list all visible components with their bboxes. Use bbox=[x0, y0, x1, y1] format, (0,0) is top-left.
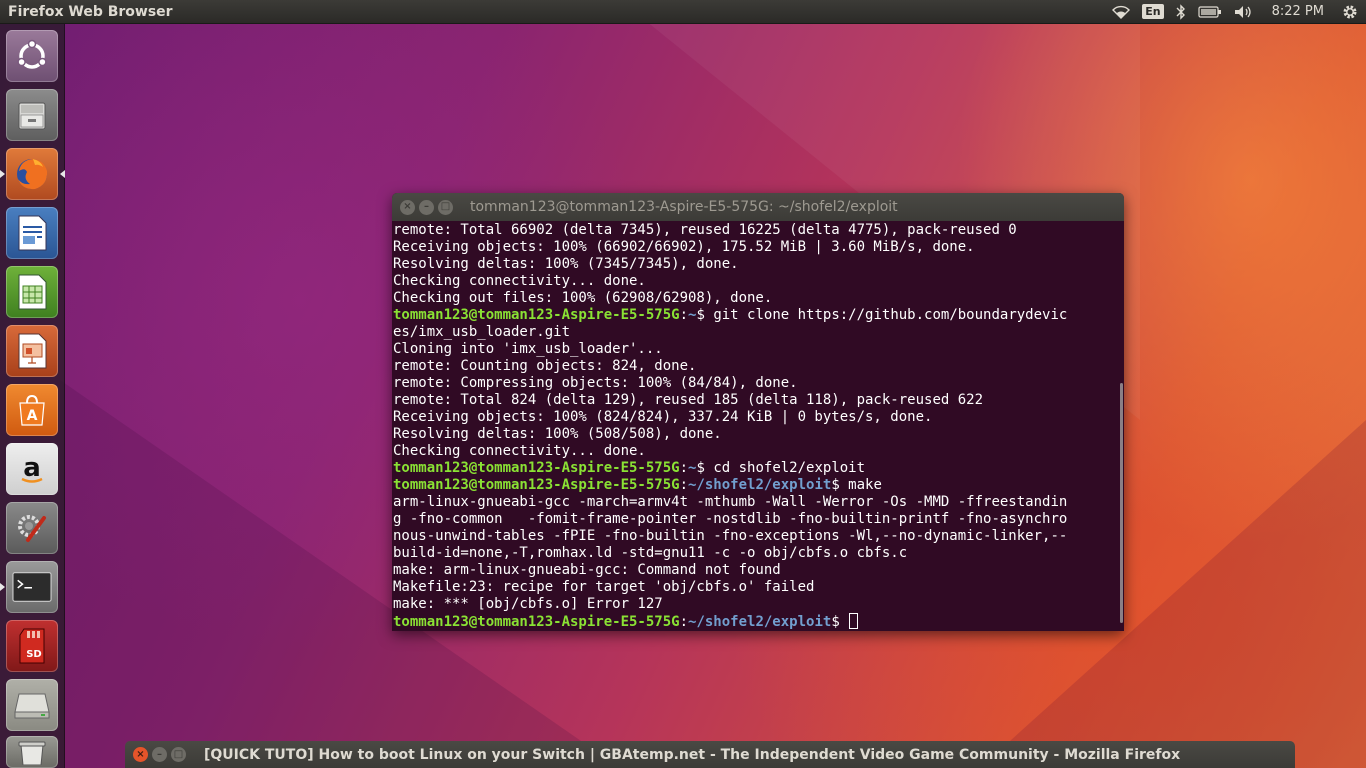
prompt-path: ~/shofel2/exploit bbox=[688, 614, 832, 630]
writer-doc-icon bbox=[12, 213, 52, 253]
drive-icon bbox=[12, 685, 52, 725]
launcher-item-amazon[interactable]: a bbox=[6, 443, 58, 495]
launcher-item-trash[interactable] bbox=[6, 736, 58, 768]
terminal-output-line: make: arm-linux-gnueabi-gcc: Command not… bbox=[393, 562, 781, 578]
terminal-title: tomman123@tomman123-Aspire-E5-575G: ~/sh… bbox=[470, 199, 898, 215]
terminal-output-line: nous-unwind-tables -fPIE -fno-builtin -f… bbox=[393, 528, 1068, 544]
terminal-prompt-line: tomman123@tomman123-Aspire-E5-575G:~/sho… bbox=[393, 613, 1124, 630]
terminal-output-line: Resolving deltas: 100% (7345/7345), done… bbox=[393, 256, 739, 272]
running-indicator bbox=[0, 170, 5, 178]
bluetooth-icon[interactable] bbox=[1176, 3, 1186, 20]
gear-icon[interactable] bbox=[1342, 4, 1358, 20]
terminal-scrollbar[interactable] bbox=[1120, 383, 1123, 623]
prompt-path: ~/shofel2/exploit bbox=[688, 477, 832, 493]
top-panel: Firefox Web Browser En 8:22 PM bbox=[0, 0, 1366, 24]
wifi-icon[interactable] bbox=[1112, 5, 1131, 19]
clock[interactable]: 8:22 PM bbox=[1272, 4, 1324, 19]
terminal-output[interactable]: remote: Total 66902 (delta 7345), reused… bbox=[392, 221, 1124, 630]
calc-spreadsheet-icon bbox=[12, 272, 52, 312]
terminal-output-line: remote: Total 824 (delta 129), reused 18… bbox=[393, 392, 984, 408]
launcher-item-sd-card[interactable]: SD bbox=[6, 620, 58, 672]
launcher-item-software[interactable]: A bbox=[6, 384, 58, 436]
prompt-user-host: tomman123@tomman123-Aspire-E5-575G bbox=[393, 460, 680, 476]
terminal-prompt-line: tomman123@tomman123-Aspire-E5-575G:~$ gi… bbox=[393, 307, 1068, 323]
prompt-user-host: tomman123@tomman123-Aspire-E5-575G bbox=[393, 307, 680, 323]
software-bag-icon: A bbox=[12, 390, 52, 430]
prompt-user-host: tomman123@tomman123-Aspire-E5-575G bbox=[393, 477, 680, 493]
terminal-output-line: arm-linux-gnueabi-gcc -march=armv4t -mth… bbox=[393, 494, 1068, 510]
svg-text:A: A bbox=[27, 408, 38, 424]
svg-text:a: a bbox=[23, 453, 41, 483]
text-cursor bbox=[849, 613, 859, 629]
terminal-titlebar[interactable]: × – □ tomman123@tomman123-Aspire-E5-575G… bbox=[392, 193, 1124, 221]
maximize-icon[interactable]: □ bbox=[171, 747, 186, 762]
launcher-item-writer[interactable] bbox=[6, 207, 58, 259]
launcher-item-drive[interactable] bbox=[6, 679, 58, 731]
focus-indicator bbox=[60, 170, 65, 178]
battery-icon[interactable] bbox=[1198, 5, 1222, 18]
launcher: A a SD bbox=[0, 24, 65, 768]
terminal-icon bbox=[12, 567, 52, 607]
sd-card-icon: SD bbox=[12, 626, 52, 666]
terminal-output-line: remote: Total 66902 (delta 7345), reused… bbox=[393, 222, 1017, 238]
terminal-output-line: make: *** [obj/cbfs.o] Error 127 bbox=[393, 596, 663, 612]
maximize-icon[interactable]: □ bbox=[438, 199, 453, 215]
launcher-item-dash[interactable] bbox=[6, 30, 58, 82]
close-icon[interactable]: × bbox=[133, 747, 148, 762]
prompt-path: ~ bbox=[688, 460, 697, 476]
window-controls: × – □ bbox=[133, 747, 186, 762]
firefox-window-titlebar[interactable]: × – □ [QUICK TUTO] How to boot Linux on … bbox=[125, 741, 1295, 768]
prompt-command: make bbox=[848, 477, 882, 493]
terminal-output-line: build-id=none,-T,romhax.ld -std=gnu11 -c… bbox=[393, 545, 908, 561]
prompt-user-host: tomman123@tomman123-Aspire-E5-575G bbox=[393, 614, 680, 630]
file-cabinet-icon bbox=[12, 95, 52, 135]
terminal-output-line: g -fno-common -fomit-frame-pointer -nost… bbox=[393, 511, 1068, 527]
terminal-window[interactable]: × – □ tomman123@tomman123-Aspire-E5-575G… bbox=[392, 193, 1124, 631]
firefox-window-title: [QUICK TUTO] How to boot Linux on your S… bbox=[204, 746, 1181, 763]
launcher-item-terminal[interactable] bbox=[0, 561, 58, 613]
terminal-output-line: Resolving deltas: 100% (508/508), done. bbox=[393, 426, 722, 442]
terminal-prompt-line: tomman123@tomman123-Aspire-E5-575G:~/sho… bbox=[393, 477, 882, 493]
launcher-item-calc[interactable] bbox=[6, 266, 58, 318]
indicator-area: En 8:22 PM bbox=[1112, 3, 1358, 20]
minimize-icon[interactable]: – bbox=[419, 199, 434, 215]
amazon-icon: a bbox=[12, 449, 52, 489]
launcher-item-firefox[interactable] bbox=[0, 148, 65, 200]
settings-wrench-icon bbox=[12, 508, 52, 548]
launcher-item-impress[interactable] bbox=[6, 325, 58, 377]
svg-text:SD: SD bbox=[26, 649, 42, 660]
terminal-output-line: Receiving objects: 100% (66902/66902), 1… bbox=[393, 239, 975, 255]
prompt-command: git clone https://github.com/boundarydev… bbox=[713, 307, 1068, 323]
window-controls: × – □ bbox=[400, 199, 453, 215]
launcher-item-settings[interactable] bbox=[6, 502, 58, 554]
prompt-command: cd shofel2/exploit bbox=[713, 460, 866, 476]
terminal-output-line: Receiving objects: 100% (824/824), 337.2… bbox=[393, 409, 933, 425]
terminal-output-line: remote: Compressing objects: 100% (84/84… bbox=[393, 375, 798, 391]
firefox-icon bbox=[12, 154, 52, 194]
close-icon[interactable]: × bbox=[400, 199, 415, 215]
minimize-icon[interactable]: – bbox=[152, 747, 167, 762]
trash-icon bbox=[12, 738, 52, 766]
impress-presentation-icon bbox=[12, 331, 52, 371]
launcher-item-files[interactable] bbox=[6, 89, 58, 141]
terminal-output-line: remote: Counting objects: 824, done. bbox=[393, 358, 697, 374]
terminal-output-line: Checking connectivity... done. bbox=[393, 273, 646, 289]
terminal-output-line: es/imx_usb_loader.git bbox=[393, 324, 571, 340]
ubuntu-logo-icon bbox=[12, 36, 52, 76]
keyboard-layout-indicator[interactable]: En bbox=[1142, 4, 1164, 19]
terminal-output-line: Checking connectivity... done. bbox=[393, 443, 646, 459]
terminal-output-line: Cloning into 'imx_usb_loader'... bbox=[393, 341, 663, 357]
terminal-prompt-line: tomman123@tomman123-Aspire-E5-575G:~$ cd… bbox=[393, 460, 866, 476]
prompt-path: ~ bbox=[688, 307, 697, 323]
terminal-output-line: Checking out files: 100% (62908/62908), … bbox=[393, 290, 773, 306]
volume-icon[interactable] bbox=[1234, 5, 1254, 19]
terminal-output-line: Makefile:23: recipe for target 'obj/cbfs… bbox=[393, 579, 815, 595]
running-indicator bbox=[0, 583, 5, 591]
active-app-title: Firefox Web Browser bbox=[8, 3, 173, 20]
